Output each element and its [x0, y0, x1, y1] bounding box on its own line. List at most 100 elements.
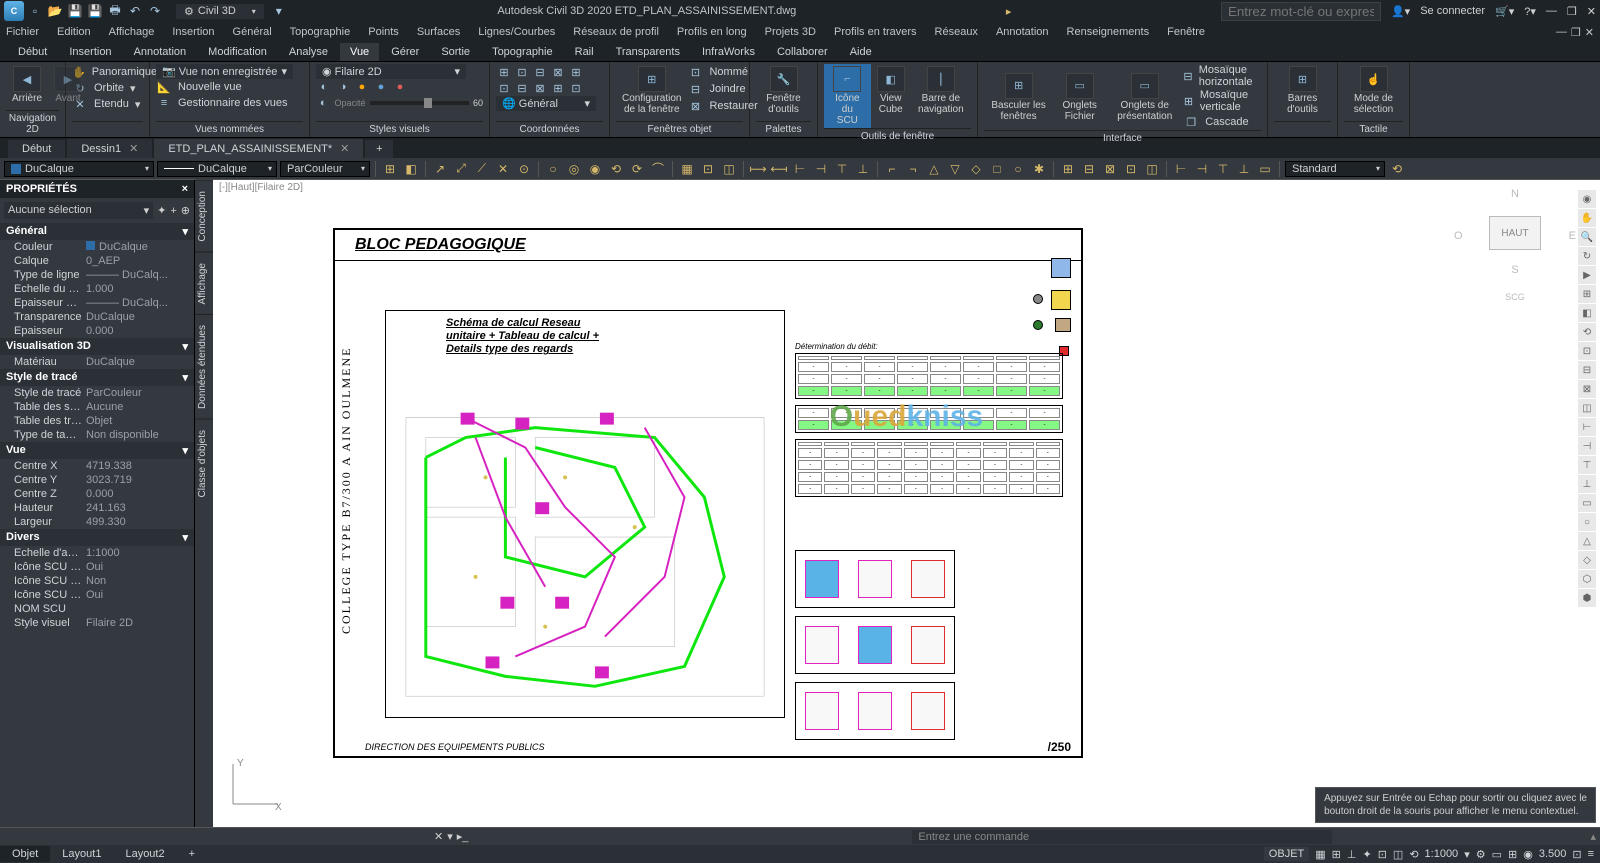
joindre-button[interactable]: ⊟Joindre: [687, 81, 757, 97]
prop-group-header[interactable]: Divers▾: [0, 529, 194, 546]
gestionnaire-button[interactable]: ≡Gestionnaire des vues: [156, 95, 303, 111]
viewport-label[interactable]: [-][Haut][Filaire 2D]: [219, 182, 303, 193]
status-polar-icon[interactable]: ✦: [1362, 848, 1371, 861]
coord-icon-5[interactable]: ⊞: [568, 64, 584, 80]
lineweight-combo[interactable]: ParCouleur: [280, 161, 370, 177]
nav-orbit-icon[interactable]: ↻: [1578, 247, 1596, 265]
vs-icon-4[interactable]: ●: [373, 79, 389, 95]
prop-row[interactable]: Epaisseur de...——— DuCalq...: [0, 296, 194, 310]
tool-icon[interactable]: ⊢: [791, 160, 809, 178]
quick-select-icon[interactable]: ✦: [157, 204, 166, 217]
tab-infraworks[interactable]: InfraWorks: [692, 43, 765, 61]
nav-icon[interactable]: ⬢: [1578, 589, 1596, 607]
menu-edition[interactable]: Edition: [57, 26, 91, 38]
coord-icon-4[interactable]: ⊠: [550, 64, 566, 80]
coord-icon-9[interactable]: ⊞: [550, 80, 566, 96]
tool-icon[interactable]: ✱: [1030, 160, 1048, 178]
tool-icon[interactable]: ○: [1009, 160, 1027, 178]
tab-collaborer[interactable]: Collaborer: [767, 43, 838, 61]
nav-icon[interactable]: ▭: [1578, 494, 1596, 512]
nav-icon[interactable]: ⊞: [1578, 285, 1596, 303]
coord-dropdown[interactable]: 🌐 Général▾: [496, 96, 596, 111]
coord-icon-7[interactable]: ⊟: [514, 80, 530, 96]
coord-icon-10[interactable]: ⊡: [568, 80, 584, 96]
coord-icon-6[interactable]: ⊡: [496, 80, 512, 96]
cmd-expand-icon[interactable]: ▴: [1590, 830, 1596, 843]
tool-icon[interactable]: ⊠: [1101, 160, 1119, 178]
tool-icon[interactable]: ◧: [402, 160, 420, 178]
tool-icon[interactable]: ⊡: [1122, 160, 1140, 178]
nav-icon[interactable]: ⊟: [1578, 361, 1596, 379]
saveas-icon[interactable]: 💾: [86, 2, 104, 20]
onglets-presentation-button[interactable]: ▭Onglets de présentation: [1106, 71, 1183, 124]
tab-analyse[interactable]: Analyse: [279, 43, 338, 61]
cascade-button[interactable]: ❐Cascade: [1183, 114, 1261, 130]
menu-insertion[interactable]: Insertion: [172, 26, 214, 38]
prop-row[interactable]: Largeur499.330: [0, 515, 194, 529]
menu-profils-long[interactable]: Profils en long: [677, 26, 747, 38]
tool-icon[interactable]: ¬: [904, 160, 922, 178]
tool-icon[interactable]: ◎: [565, 160, 583, 178]
viewcube[interactable]: NEOS HAUT SCG: [1460, 186, 1570, 296]
tool-icon[interactable]: ◫: [1143, 160, 1161, 178]
prop-row[interactable]: CouleurDuCalque: [0, 240, 194, 254]
mosaique-h-button[interactable]: ⊟Mosaïque horizontale: [1183, 64, 1261, 88]
menu-fichier[interactable]: Fichier: [6, 26, 39, 38]
prop-row[interactable]: TransparenceDuCalque: [0, 310, 194, 324]
tab-modification[interactable]: Modification: [198, 43, 277, 61]
prop-row[interactable]: Epaisseur0.000: [0, 324, 194, 338]
tool-icon[interactable]: ⊣: [812, 160, 830, 178]
color-combo[interactable]: DuCalque: [4, 161, 154, 177]
nav-icon[interactable]: ⬡: [1578, 570, 1596, 588]
nav-icon[interactable]: ⊣: [1578, 437, 1596, 455]
menu-general[interactable]: Général: [233, 26, 272, 38]
prop-row[interactable]: Icône SCU ac...Oui: [0, 560, 194, 574]
tool-icon[interactable]: ⤢: [452, 160, 470, 178]
nav-fullnav-icon[interactable]: ◉: [1578, 190, 1596, 208]
status-grid-icon[interactable]: ▦: [1315, 848, 1325, 861]
tool-icon[interactable]: ⟻: [770, 160, 788, 178]
tool-icon[interactable]: ▽: [946, 160, 964, 178]
menu-reseaux[interactable]: Réseaux: [935, 26, 978, 38]
new-tab-button[interactable]: +: [365, 140, 393, 158]
basculer-button[interactable]: ⊞Basculer les fenêtres: [984, 71, 1053, 124]
pickadd-icon[interactable]: ⊕: [181, 204, 190, 217]
viewcube-button[interactable]: ◧View Cube: [871, 64, 911, 128]
coord-icon-3[interactable]: ⊟: [532, 64, 548, 80]
tool-icon[interactable]: ◉: [586, 160, 604, 178]
ucs-icon[interactable]: YX: [223, 754, 283, 817]
status-icon[interactable]: ⊡: [1572, 848, 1581, 861]
menu-affichage[interactable]: Affichage: [109, 26, 155, 38]
tool-icon[interactable]: ⊣: [1193, 160, 1211, 178]
vs-icon-3[interactable]: ●: [354, 79, 370, 95]
view-dropdown[interactable]: 📷 Vue non enregistrée▾: [156, 64, 293, 79]
menu-reseaux-profil[interactable]: Réseaux de profil: [573, 26, 659, 38]
prop-row[interactable]: Calque0_AEP: [0, 254, 194, 268]
prop-row[interactable]: Table des tra...Objet: [0, 414, 194, 428]
workspace-dropdown[interactable]: ⚙ Civil 3D: [176, 4, 264, 19]
doc-restore-icon[interactable]: ❐: [1571, 26, 1581, 39]
app-logo[interactable]: C: [4, 1, 24, 21]
status-scale[interactable]: 1:1000: [1425, 848, 1459, 860]
mode-selection-button[interactable]: ☝Mode de sélection: [1344, 64, 1403, 117]
save-icon[interactable]: 💾: [66, 2, 84, 20]
nav-icon[interactable]: ⊠: [1578, 380, 1596, 398]
status-icon[interactable]: ⟲: [1409, 848, 1418, 861]
menu-fenetre[interactable]: Fenêtre: [1167, 26, 1205, 38]
tab-layout1[interactable]: Layout1: [50, 846, 113, 862]
prop-row[interactable]: NOM SCU: [0, 602, 194, 616]
new-icon[interactable]: ▫: [26, 2, 44, 20]
vs-icon-5[interactable]: ●: [392, 79, 408, 95]
tool-icon[interactable]: ▦: [678, 160, 696, 178]
cmd-history-icon[interactable]: ▾: [447, 830, 453, 843]
status-menu-icon[interactable]: ≡: [1588, 848, 1594, 860]
prop-row[interactable]: Hauteur241.163: [0, 501, 194, 515]
status-snap-icon[interactable]: ⊞: [1332, 848, 1341, 861]
nav-showmotion-icon[interactable]: ▶: [1578, 266, 1596, 284]
menu-renseignements[interactable]: Renseignements: [1067, 26, 1150, 38]
tool-icon[interactable]: ⊙: [515, 160, 533, 178]
prop-row[interactable]: Centre Y3023.719: [0, 473, 194, 487]
sidetab-affichage[interactable]: Affichage: [195, 252, 213, 315]
tool-icon[interactable]: ⊡: [699, 160, 717, 178]
maximize-icon[interactable]: ❐: [1567, 5, 1577, 18]
